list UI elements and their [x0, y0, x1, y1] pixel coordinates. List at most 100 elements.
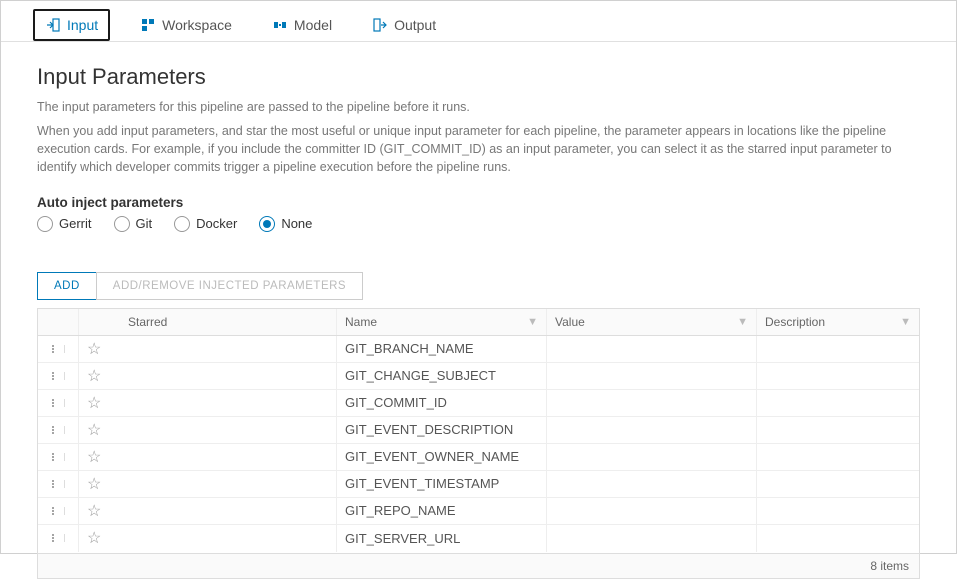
header-value: Value	[555, 315, 585, 329]
table-row[interactable]: ☆ GIT_EVENT_TIMESTAMP	[38, 471, 919, 498]
radio-none[interactable]: None	[259, 216, 312, 232]
tab-workspace[interactable]: Workspace	[130, 11, 242, 39]
row-star[interactable]: ☆	[78, 525, 120, 552]
row-starred	[120, 336, 336, 362]
row-description	[756, 390, 919, 416]
table-footer: 8 items	[38, 553, 919, 578]
tab-input[interactable]: Input	[33, 9, 110, 41]
kebab-icon[interactable]	[52, 507, 65, 515]
kebab-icon[interactable]	[52, 345, 65, 353]
row-starred	[120, 390, 336, 416]
row-starred	[120, 525, 336, 552]
button-row: ADD ADD/REMOVE INJECTED PARAMETERS	[37, 272, 920, 300]
row-starred	[120, 471, 336, 497]
row-name: GIT_BRANCH_NAME	[336, 336, 546, 362]
col-description[interactable]: Description ▼	[756, 309, 919, 335]
radio-label: Git	[136, 216, 153, 231]
table-row[interactable]: ☆ GIT_SERVER_URL	[38, 525, 919, 552]
radio-group: Gerrit Git Docker None	[37, 216, 920, 232]
content-area: Input Parameters The input parameters fo…	[1, 42, 956, 579]
tab-bar: Input Workspace Model Output	[1, 1, 956, 42]
row-description	[756, 444, 919, 470]
row-name: GIT_EVENT_DESCRIPTION	[336, 417, 546, 443]
radio-label: Docker	[196, 216, 237, 231]
row-menu[interactable]	[38, 498, 78, 524]
row-description	[756, 363, 919, 389]
radio-docker[interactable]: Docker	[174, 216, 237, 232]
input-icon	[45, 17, 61, 33]
model-icon	[272, 17, 288, 33]
row-description	[756, 336, 919, 362]
table-body: ☆ GIT_BRANCH_NAME ☆ GIT_CHANGE_SUBJECT ☆…	[38, 336, 919, 553]
row-description	[756, 417, 919, 443]
col-starred[interactable]: Starred	[120, 309, 336, 335]
item-count: 8 items	[870, 559, 909, 573]
row-menu[interactable]	[38, 444, 78, 470]
star-icon[interactable]: ☆	[87, 528, 101, 548]
row-description	[756, 525, 919, 552]
row-star[interactable]: ☆	[78, 498, 120, 524]
row-star[interactable]: ☆	[78, 336, 120, 362]
star-icon[interactable]: ☆	[87, 474, 101, 494]
row-star[interactable]: ☆	[78, 417, 120, 443]
col-name[interactable]: Name ▼	[336, 309, 546, 335]
kebab-icon[interactable]	[52, 399, 65, 407]
star-icon[interactable]: ☆	[87, 393, 101, 413]
col-star-icon-header	[78, 309, 120, 335]
row-value	[546, 417, 756, 443]
page-title: Input Parameters	[37, 64, 920, 90]
row-star[interactable]: ☆	[78, 390, 120, 416]
star-icon[interactable]: ☆	[87, 447, 101, 467]
row-star[interactable]: ☆	[78, 363, 120, 389]
row-starred	[120, 498, 336, 524]
star-icon[interactable]: ☆	[87, 339, 101, 359]
row-value	[546, 471, 756, 497]
row-menu[interactable]	[38, 363, 78, 389]
tab-label: Input	[67, 17, 98, 33]
filter-icon[interactable]: ▼	[527, 316, 538, 328]
row-name: GIT_REPO_NAME	[336, 498, 546, 524]
row-menu[interactable]	[38, 417, 78, 443]
row-name: GIT_COMMIT_ID	[336, 390, 546, 416]
kebab-icon[interactable]	[52, 480, 65, 488]
star-icon[interactable]: ☆	[87, 420, 101, 440]
row-name: GIT_CHANGE_SUBJECT	[336, 363, 546, 389]
radio-git[interactable]: Git	[114, 216, 153, 232]
table-row[interactable]: ☆ GIT_BRANCH_NAME	[38, 336, 919, 363]
radio-circle-icon	[37, 216, 53, 232]
row-menu[interactable]	[38, 471, 78, 497]
row-name: GIT_SERVER_URL	[336, 525, 546, 552]
row-menu[interactable]	[38, 525, 78, 552]
header-starred: Starred	[128, 315, 167, 329]
row-value	[546, 363, 756, 389]
filter-icon[interactable]: ▼	[900, 316, 911, 328]
add-button[interactable]: ADD	[37, 272, 96, 300]
radio-label: None	[281, 216, 312, 231]
row-star[interactable]: ☆	[78, 471, 120, 497]
table-row[interactable]: ☆ GIT_COMMIT_ID	[38, 390, 919, 417]
row-star[interactable]: ☆	[78, 444, 120, 470]
row-value	[546, 444, 756, 470]
kebab-icon[interactable]	[52, 426, 65, 434]
col-value[interactable]: Value ▼	[546, 309, 756, 335]
row-menu[interactable]	[38, 336, 78, 362]
kebab-icon[interactable]	[52, 453, 65, 461]
row-description	[756, 471, 919, 497]
tab-label: Workspace	[162, 17, 232, 33]
tab-output[interactable]: Output	[362, 11, 446, 39]
table-row[interactable]: ☆ GIT_EVENT_OWNER_NAME	[38, 444, 919, 471]
radio-circle-icon	[174, 216, 190, 232]
table-row[interactable]: ☆ GIT_CHANGE_SUBJECT	[38, 363, 919, 390]
radio-gerrit[interactable]: Gerrit	[37, 216, 92, 232]
kebab-icon[interactable]	[52, 372, 65, 380]
table-row[interactable]: ☆ GIT_REPO_NAME	[38, 498, 919, 525]
row-menu[interactable]	[38, 390, 78, 416]
radio-circle-icon	[259, 216, 275, 232]
star-icon[interactable]: ☆	[87, 501, 101, 521]
kebab-icon[interactable]	[52, 534, 65, 542]
auto-inject-section: Auto inject parameters GerritGitDockerNo…	[37, 195, 920, 232]
table-row[interactable]: ☆ GIT_EVENT_DESCRIPTION	[38, 417, 919, 444]
tab-model[interactable]: Model	[262, 11, 342, 39]
star-icon[interactable]: ☆	[87, 366, 101, 386]
filter-icon[interactable]: ▼	[737, 316, 748, 328]
